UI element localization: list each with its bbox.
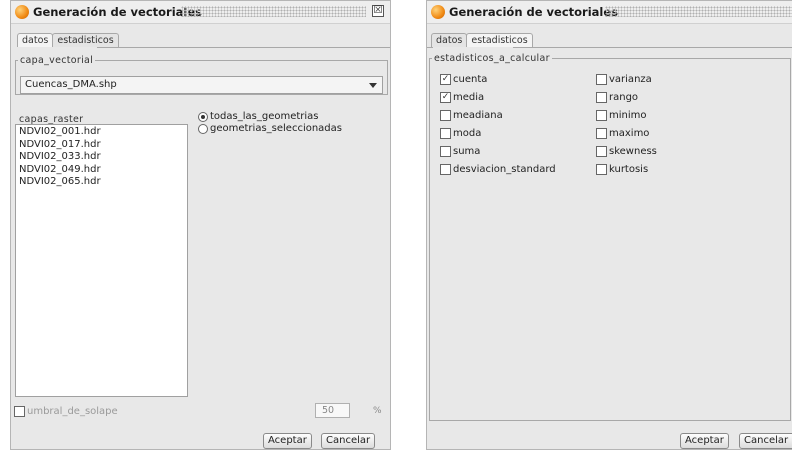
left-dialog-window: Generación de vectoriales ☒ datos estadi… (10, 0, 391, 450)
stat-label: kurtosis (609, 164, 649, 175)
stat-desviacion-standard[interactable]: desviacion_standard (440, 164, 556, 175)
list-item[interactable]: NDVI02_033.hdr (16, 151, 187, 164)
stat-checkbox[interactable] (596, 146, 607, 157)
stat-cuenta[interactable]: ✓ cuenta (440, 74, 487, 85)
right-dialog-window: Generación de vectoriales datos estadist… (426, 0, 792, 450)
list-item[interactable]: NDVI02_049.hdr (16, 164, 187, 177)
stat-checkbox[interactable] (440, 110, 451, 121)
stat-moda[interactable]: moda (440, 128, 481, 139)
stat-checkbox[interactable] (596, 110, 607, 121)
capa-vectorial-select[interactable]: Cuencas_DMA.shp (20, 76, 383, 94)
title-grip[interactable] (181, 6, 366, 17)
list-item[interactable]: NDVI02_001.hdr (16, 126, 187, 139)
stat-media[interactable]: ✓ media (440, 92, 484, 103)
stat-skewness[interactable]: skewness (596, 146, 657, 157)
app-icon (431, 5, 445, 19)
tab-datos[interactable]: datos (17, 33, 54, 47)
title-bar[interactable]: Generación de vectoriales (427, 1, 792, 24)
stat-label: minimo (609, 110, 647, 121)
stat-label: varianza (609, 74, 652, 85)
stat-maximo[interactable]: maximo (596, 128, 649, 139)
accept-button[interactable]: Aceptar (263, 433, 312, 449)
stat-label: meadiana (453, 110, 503, 121)
capa-vectorial-group: capa_vectorial Cuencas_DMA.shp (15, 55, 388, 95)
list-item[interactable]: NDVI02_065.hdr (16, 176, 187, 189)
stat-label: moda (453, 128, 482, 139)
stat-checkbox[interactable] (440, 146, 451, 157)
estadisticos-group: estadisticos_a_calcular (429, 53, 791, 421)
stat-label: suma (453, 146, 481, 157)
capa-vectorial-label: capa_vectorial (20, 55, 94, 66)
umbral-unit: % (373, 406, 382, 416)
cancel-button[interactable]: Cancelar (739, 433, 792, 449)
umbral-checkbox-row[interactable]: umbral_de_solape (14, 406, 118, 417)
tab-estadisticos[interactable]: estadisticos (52, 33, 119, 47)
window-title: Generación de vectoriales (449, 5, 619, 19)
stat-label: skewness (609, 146, 657, 157)
stat-label: desviacion_standard (453, 164, 556, 175)
umbral-value-field[interactable]: 50 (315, 403, 350, 418)
stat-label: maximo (609, 128, 650, 139)
radio-geometrias-seleccionadas[interactable]: geometrias_seleccionadas (198, 123, 342, 134)
window-title: Generación de vectoriales (33, 5, 203, 19)
tab-bar: datos estadisticos (431, 33, 533, 47)
list-item[interactable]: NDVI02_017.hdr (16, 139, 187, 152)
stat-checkbox[interactable] (596, 92, 607, 103)
stat-checkbox[interactable]: ✓ (440, 74, 451, 85)
stat-checkbox[interactable] (440, 128, 451, 139)
tab-estadisticos[interactable]: estadisticos (466, 33, 533, 47)
radio-todas-geometrias[interactable]: todas_las_geometrias (198, 111, 319, 122)
stat-suma[interactable]: suma (440, 146, 480, 157)
umbral-label: umbral_de_solape (27, 406, 118, 417)
stat-kurtosis[interactable]: kurtosis (596, 164, 648, 175)
stat-checkbox[interactable]: ✓ (440, 92, 451, 103)
title-bar[interactable]: Generación de vectoriales ☒ (11, 1, 390, 24)
stat-minimo[interactable]: minimo (596, 110, 647, 121)
stat-rango[interactable]: rango (596, 92, 638, 103)
radio-button[interactable] (198, 111, 208, 122)
chevron-down-icon[interactable] (369, 83, 377, 88)
capa-vectorial-value: Cuencas_DMA.shp (25, 79, 117, 90)
stat-checkbox[interactable] (596, 128, 607, 139)
accept-button[interactable]: Aceptar (680, 433, 729, 449)
radio-label: geometrias_seleccionadas (210, 123, 342, 134)
stat-checkbox[interactable] (440, 164, 451, 175)
stat-checkbox[interactable] (596, 74, 607, 85)
stat-label: media (453, 92, 485, 103)
stat-varianza[interactable]: varianza (596, 74, 652, 85)
stat-label: rango (609, 92, 639, 103)
capas-raster-list[interactable]: NDVI02_001.hdr NDVI02_017.hdr NDVI02_033… (15, 124, 188, 397)
radio-label: todas_las_geometrias (210, 111, 319, 122)
umbral-checkbox[interactable] (14, 406, 25, 417)
stat-label: cuenta (453, 74, 488, 85)
app-icon (15, 5, 29, 19)
estadisticos-label: estadisticos_a_calcular (434, 53, 550, 64)
stat-meadiana[interactable]: meadiana (440, 110, 503, 121)
tab-datos[interactable]: datos (431, 33, 468, 47)
stat-checkbox[interactable] (596, 164, 607, 175)
close-icon[interactable]: ☒ (372, 5, 384, 17)
radio-button[interactable] (198, 123, 208, 134)
tab-bar: datos estadisticos (17, 33, 119, 47)
title-grip[interactable] (605, 6, 792, 17)
cancel-button[interactable]: Cancelar (321, 433, 376, 449)
